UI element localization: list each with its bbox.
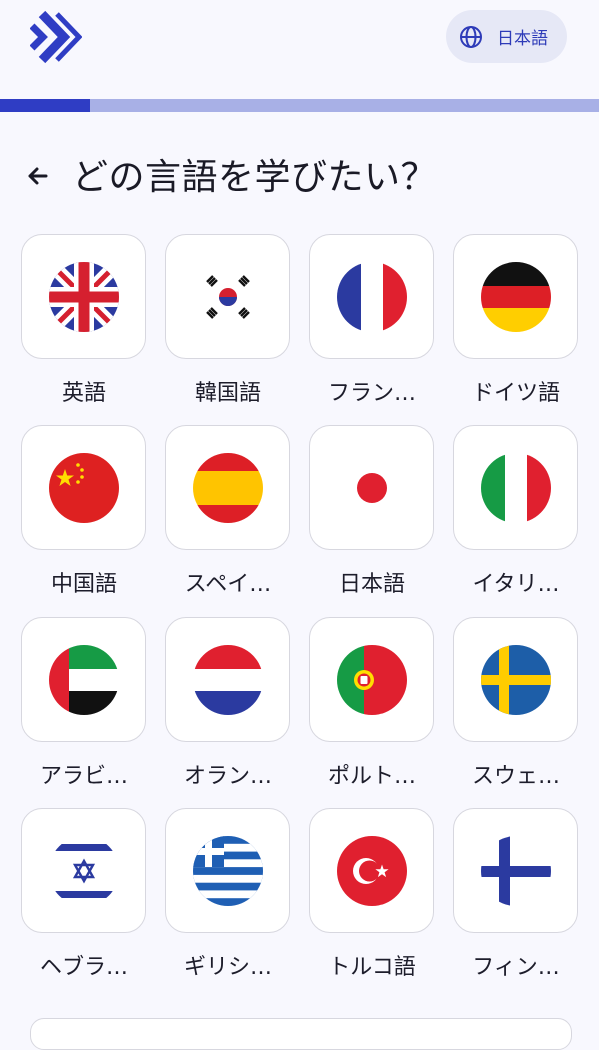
language-tile[interactable] [165, 234, 290, 359]
language-label: 日本語 [338, 572, 405, 597]
language-tile[interactable] [165, 617, 290, 742]
language-tile[interactable] [309, 234, 434, 359]
app-logo-icon [30, 10, 82, 64]
language-option-chinese[interactable]: 中国語 [21, 425, 148, 598]
language-label: アラビ… [39, 764, 128, 789]
language-label: ドイツ語 [471, 381, 560, 406]
language-option-spanish[interactable]: スペイ… [165, 425, 292, 598]
back-arrow-icon[interactable] [22, 160, 54, 192]
ui-language-label: 日本語 [497, 29, 548, 49]
greece-flag-icon [192, 835, 263, 906]
spain-flag-icon [192, 452, 263, 523]
language-label: オラン… [183, 764, 272, 789]
italy-flag-icon [480, 452, 551, 523]
language-tile[interactable] [21, 808, 146, 933]
language-option-hebrew[interactable]: ヘブラ… [21, 808, 148, 981]
language-label: トルコ語 [328, 955, 416, 980]
uk-flag-icon [48, 261, 119, 332]
language-tile[interactable] [21, 425, 146, 550]
language-option-french[interactable]: フラン… [309, 234, 436, 407]
language-option-turkish[interactable]: トルコ語 [309, 808, 436, 981]
language-option-greek[interactable]: ギリシ… [165, 808, 292, 981]
korea-flag-icon [192, 261, 263, 332]
language-option-dutch[interactable]: オラン… [165, 617, 292, 790]
portugal-flag-icon [336, 644, 407, 715]
language-option-german[interactable]: ドイツ語 [453, 234, 580, 407]
language-tile[interactable] [309, 425, 434, 550]
ui-language-button[interactable]: 日本語 [446, 10, 567, 63]
sweden-flag-icon [480, 644, 551, 715]
language-tile[interactable] [453, 617, 578, 742]
language-option-swedish[interactable]: スウェ… [453, 617, 580, 790]
page-title: どの言語を学びたい？ [72, 157, 438, 198]
france-flag-icon [336, 261, 407, 332]
language-tile[interactable] [453, 425, 578, 550]
israel-flag-icon [48, 835, 119, 906]
language-option-korean[interactable]: 韓国語 [165, 234, 292, 407]
language-tile[interactable] [165, 808, 290, 933]
china-flag-icon [48, 452, 119, 523]
language-option-arabic[interactable]: アラビ… [21, 617, 148, 790]
language-tile[interactable] [309, 808, 434, 933]
progress-bar [0, 99, 599, 112]
uae-flag-icon [48, 644, 119, 715]
language-label: イタリ… [472, 572, 560, 597]
language-label: 韓国語 [194, 381, 261, 406]
globe-icon [460, 25, 482, 48]
netherlands-flag-icon [192, 644, 263, 715]
language-label: スウェ… [471, 764, 560, 789]
language-tile[interactable] [165, 425, 290, 550]
language-option-portuguese[interactable]: ポルト… [309, 617, 436, 790]
top-bar: 日本語 [0, 0, 599, 95]
language-tile[interactable] [21, 234, 146, 359]
language-tile[interactable] [453, 808, 578, 933]
progress-fill [0, 99, 90, 112]
language-label: フィン… [472, 955, 560, 980]
language-tile[interactable] [453, 234, 578, 359]
language-label: 英語 [61, 381, 106, 406]
language-option-english[interactable]: 英語 [21, 234, 148, 407]
language-tile[interactable] [21, 617, 146, 742]
language-label: フラン… [327, 381, 416, 406]
next-row-tile-edge [30, 1018, 572, 1050]
finland-flag-icon [480, 835, 551, 906]
language-option-italian[interactable]: イタリ… [453, 425, 580, 598]
language-label: ギリシ… [183, 955, 272, 980]
turkey-flag-icon [336, 835, 407, 906]
japan-flag-icon [356, 472, 387, 503]
language-option-japanese[interactable]: 日本語 [309, 425, 436, 598]
language-label: ヘブラ… [39, 955, 128, 980]
language-option-finnish[interactable]: フィン… [453, 808, 580, 981]
germany-flag-icon [480, 261, 551, 332]
language-tile[interactable] [309, 617, 434, 742]
language-label: ポルト… [327, 764, 416, 789]
language-label: 中国語 [50, 572, 117, 597]
language-label: スペイ… [184, 572, 272, 597]
